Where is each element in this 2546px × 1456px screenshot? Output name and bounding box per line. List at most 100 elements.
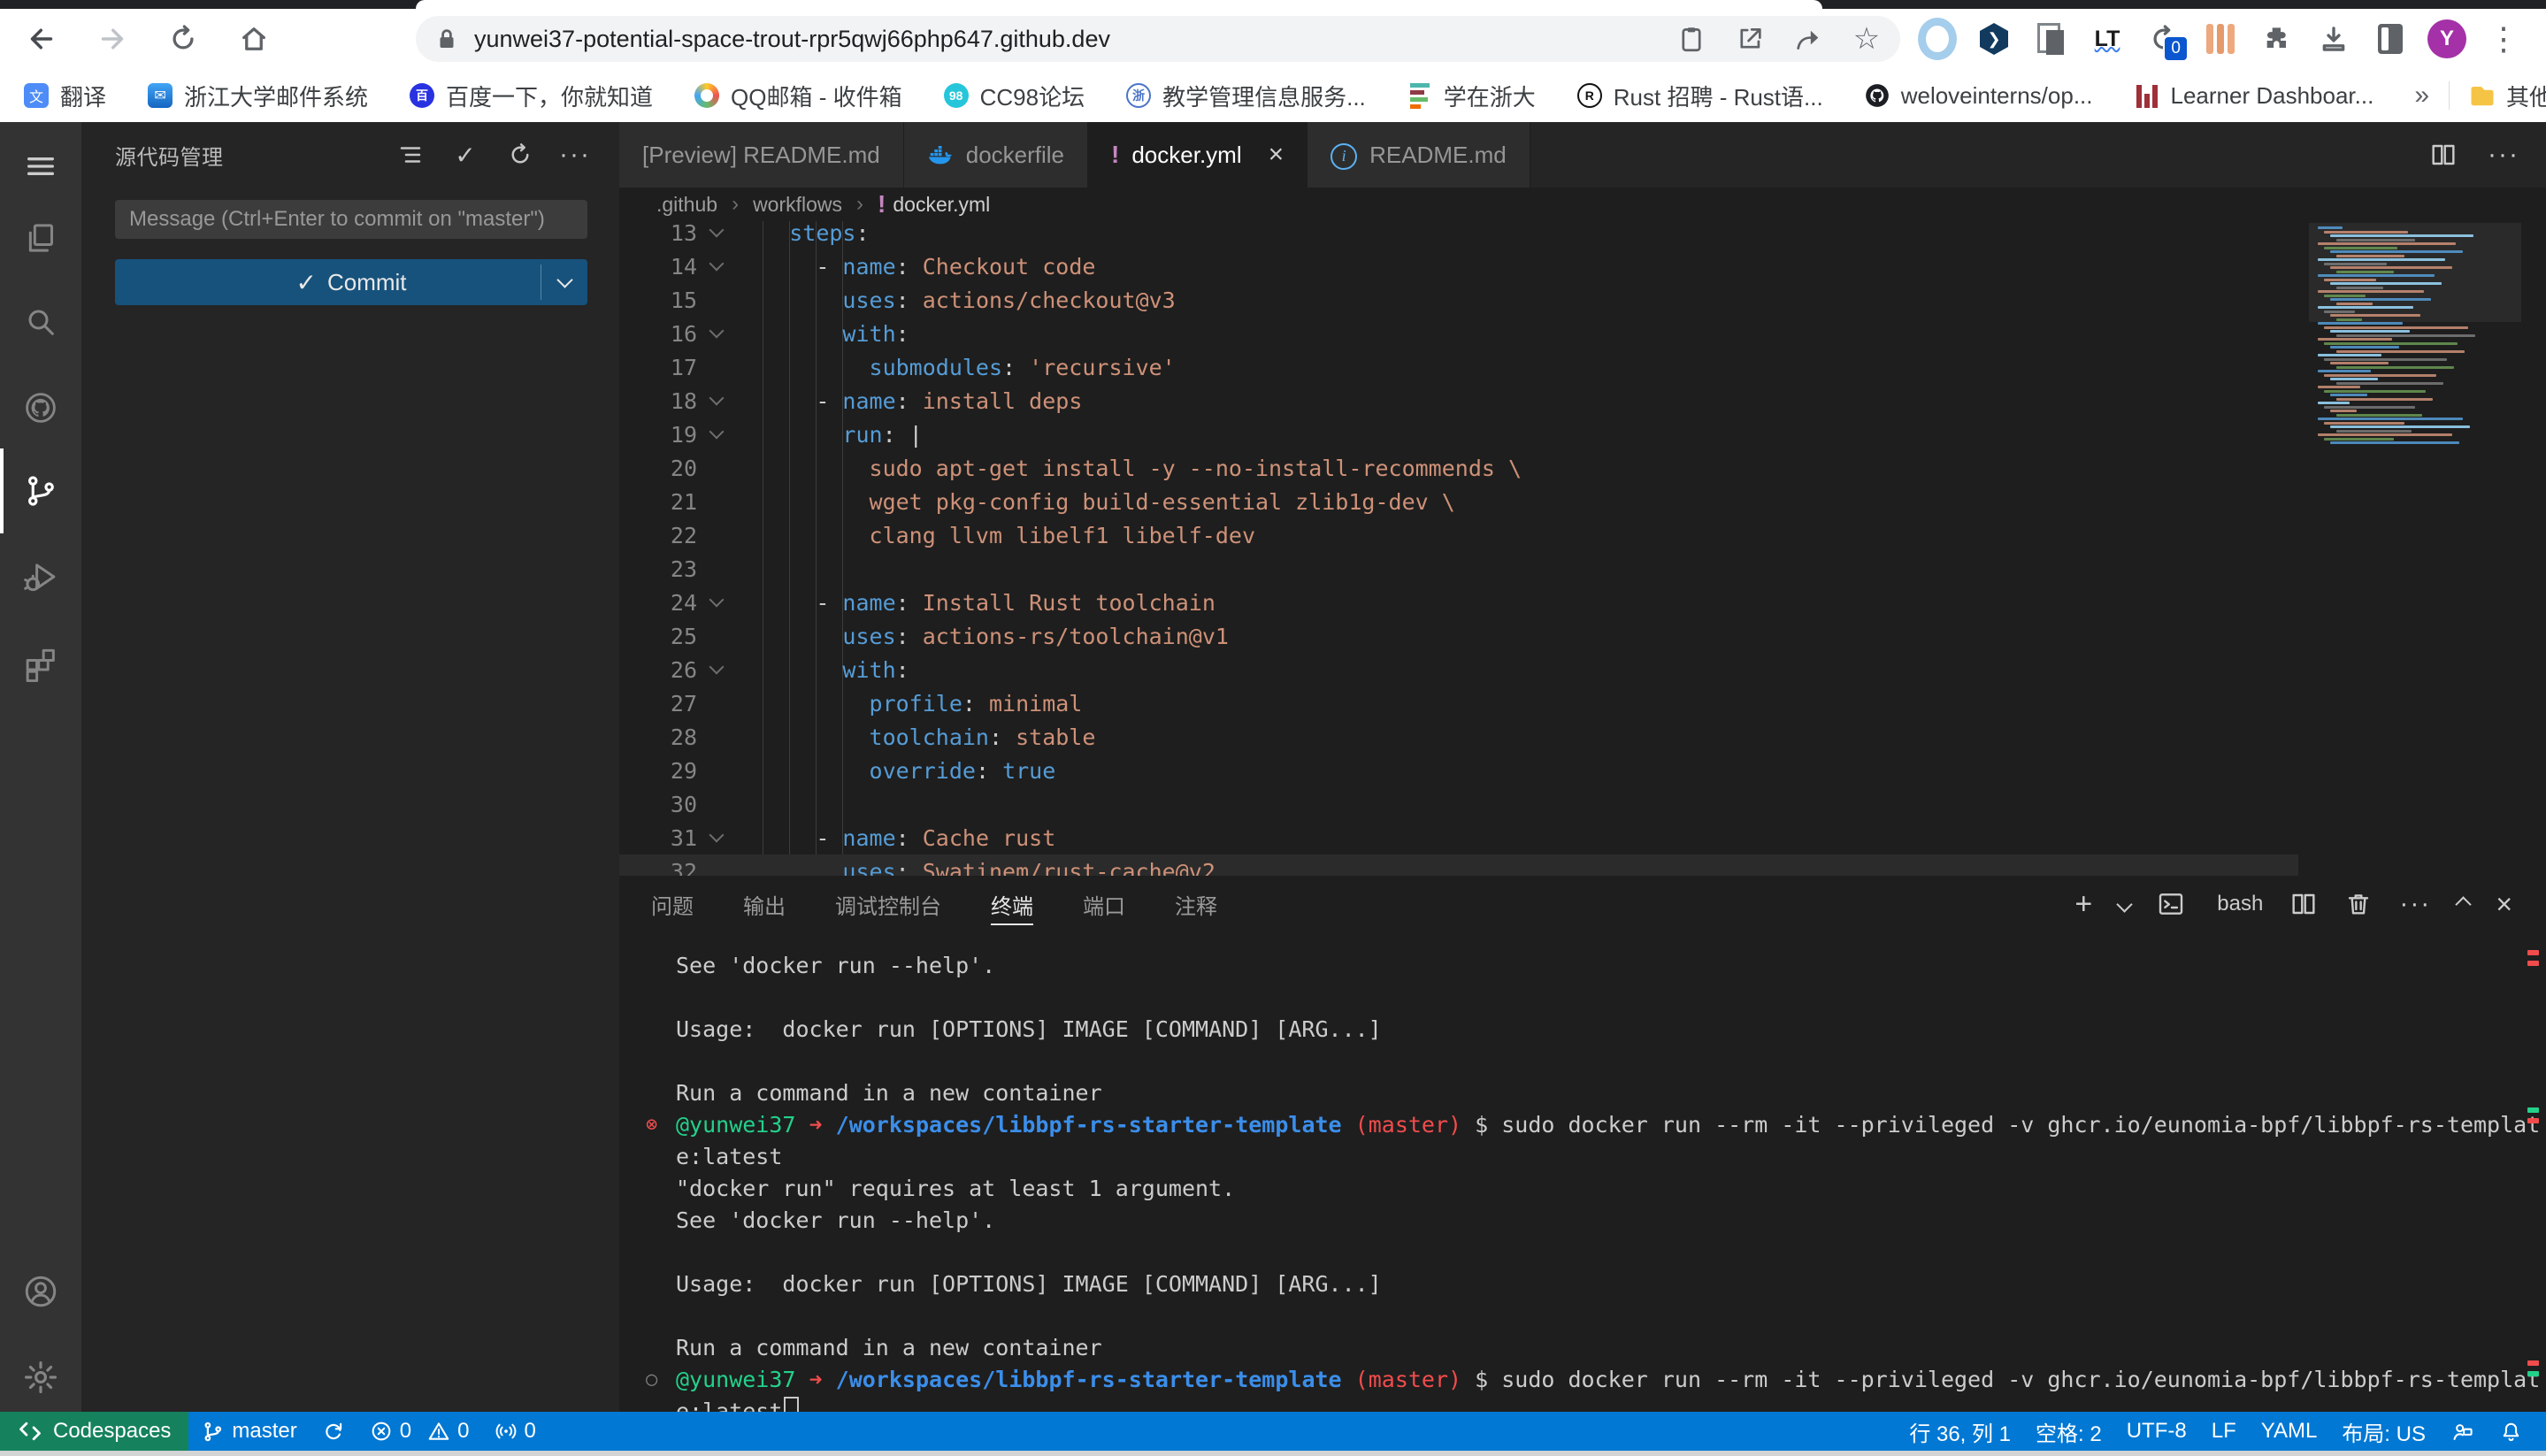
code-line-23[interactable]: 23 [619,552,2298,586]
bookmark-item[interactable]: ✉浙江大学邮件系统 [147,80,368,112]
activity-settings-icon[interactable] [0,1351,81,1404]
activity-github-icon[interactable] [0,381,81,434]
activity-account-icon[interactable] [0,1265,81,1318]
close-panel-button[interactable]: × [2496,888,2512,921]
commit-dropdown-button[interactable] [541,264,587,300]
code-line-17[interactable]: 17 submodules: 'recursive' [619,350,2298,384]
languagetool-icon[interactable]: LT [2088,19,2127,58]
panel-tab[interactable]: 调试控制台 [835,876,941,932]
maximize-panel-button[interactable] [2458,892,2469,916]
tab-close-icon[interactable]: × [1269,140,1285,170]
bookmark-item[interactable]: QQ邮箱 - 收件箱 [694,80,902,112]
terminal[interactable]: See 'docker run --help'.Usage: docker ru… [619,932,2546,1412]
fold-chevron-icon[interactable] [697,331,736,336]
code-editor[interactable]: 13 steps:14 - name: Checkout code15 uses… [619,221,2546,876]
code-line-32[interactable]: 32 uses: Swatinem/rust-cache@v2 [619,854,2298,876]
bookmarks-overflow-chevron[interactable]: » [2414,80,2429,111]
forward-button[interactable] [96,22,129,56]
share-icon[interactable] [1792,23,1824,55]
split-editor-icon[interactable] [2289,890,2318,918]
fold-chevron-icon[interactable] [697,398,736,403]
activity-search-icon[interactable] [0,295,81,349]
sync-badge-icon[interactable]: 0 [2144,19,2183,58]
activity-explorer-icon[interactable] [0,211,81,264]
code-line-18[interactable]: 18 - name: install deps [619,384,2298,418]
breadcrumb-file[interactable]: !docker.yml [878,190,990,218]
bookmark-item[interactable]: 百百度一下，你就知道 [409,80,653,112]
commit-check-icon[interactable]: ✓ [451,141,479,169]
other-bookmarks-folder[interactable]: 其他书签 [2469,80,2546,112]
clipboard-icon[interactable] [1676,23,1707,55]
terminal-profile-chevron-icon[interactable] [2119,892,2130,916]
more-icon[interactable]: ··· [2488,140,2519,170]
breadcrumb-segment[interactable]: workflows [753,193,842,217]
code-line-20[interactable]: 20 sudo apt-get install -y --no-install-… [619,451,2298,485]
circle-ring-icon[interactable] [1918,19,1957,58]
status-branch[interactable]: master [188,1412,309,1451]
code-line-16[interactable]: 16 with: [619,317,2298,350]
refresh-icon[interactable] [506,141,534,169]
status-notifications[interactable] [2487,1420,2535,1444]
minimap[interactable] [2309,221,2521,876]
tab--preview-readme.md[interactable]: [Preview] README.md [619,122,904,188]
fold-chevron-icon[interactable] [697,667,736,672]
more-actions-icon[interactable]: ··· [2399,889,2431,919]
status-eol[interactable]: LF [2199,1419,2249,1444]
code-line-26[interactable]: 26 with: [619,653,2298,686]
activity-extensions-icon[interactable] [0,637,81,690]
active-browser-tab[interactable] [416,0,1822,9]
code-line-31[interactable]: 31 - name: Cache rust [619,821,2298,854]
pens-icon[interactable] [2201,19,2240,58]
panel-tab[interactable]: 问题 [651,876,694,932]
bookmark-item[interactable]: 文翻译 [23,80,106,112]
terminal-box-icon[interactable] [2157,890,2185,918]
fold-chevron-icon[interactable] [697,835,736,840]
breadcrumb-segment[interactable]: .github [656,193,717,217]
status-ports[interactable]: 0 [482,1412,548,1451]
code-line-28[interactable]: 28 toolchain: stable [619,720,2298,754]
status-cursor-position[interactable]: 行 36, 列 1 [1897,1416,2023,1447]
address-bar[interactable]: yunwei37-potential-space-trout-rpr5qwj66… [416,16,1900,62]
code-line-25[interactable]: 25 uses: actions-rs/toolchain@v1 [619,619,2298,653]
commit-button[interactable]: ✓ Commit [115,259,587,305]
code-line-24[interactable]: 24 - name: Install Rust toolchain [619,586,2298,619]
status-sync[interactable] [310,1412,357,1451]
code-line-21[interactable]: 21 wget pkg-config build-essential zlib1… [619,485,2298,518]
activity-source-control-icon[interactable] [0,464,81,517]
code-line-15[interactable]: 15 uses: actions/checkout@v3 [619,283,2298,317]
tab-dockerfile[interactable]: dockerfile [904,122,1088,188]
more-icon[interactable]: ··· [561,141,589,169]
fold-chevron-icon[interactable] [697,432,736,437]
breadcrumb[interactable]: .github›workflows›!docker.yml [619,188,2546,221]
bookmark-item[interactable]: Learner Dashboar... [2134,82,2374,110]
status-language-mode[interactable]: YAML [2249,1419,2330,1444]
lock-icon[interactable] [433,26,460,52]
status-keyboard-layout[interactable]: 布局: US [2329,1416,2438,1447]
panel-tab[interactable]: 端口 [1083,876,1125,932]
navy-shield-icon[interactable]: ❯ [1975,19,2013,58]
bookmark-item[interactable]: RRust 招聘 - Rust语... [1576,80,1823,112]
tab-readme.md[interactable]: iREADME.md [1308,122,1530,188]
bookmark-item[interactable]: 98CC98论坛 [943,80,1085,112]
panel-tab[interactable]: 注释 [1175,876,1217,932]
activity-menu[interactable] [0,140,81,193]
bookmark-item[interactable]: 学在浙大 [1407,80,1536,112]
code-line-13[interactable]: 13 steps: [619,221,2298,249]
remote-indicator[interactable]: Codespaces [0,1412,188,1451]
refresh-button[interactable] [166,22,200,56]
status-encoding[interactable]: UTF-8 [2114,1419,2199,1444]
home-button[interactable] [237,22,271,56]
bookmark-item[interactable]: weloveinterns/op... [1864,82,2093,110]
new-terminal-button[interactable]: + [2074,887,2092,922]
copy-doc-icon[interactable] [2031,19,2070,58]
shell-label[interactable]: bash [2217,892,2263,916]
fold-chevron-icon[interactable] [697,600,736,605]
code-line-22[interactable]: 22 clang llvm libelf1 libelf-dev [619,518,2298,552]
open-in-new-icon[interactable] [1734,23,1766,55]
fold-chevron-icon[interactable] [697,264,736,269]
code-line-27[interactable]: 27 profile: minimal [619,686,2298,720]
view-as-list-icon[interactable] [396,141,425,169]
status-feedback[interactable] [2438,1420,2487,1444]
download-icon[interactable] [2314,19,2353,58]
code-line-30[interactable]: 30 [619,787,2298,821]
